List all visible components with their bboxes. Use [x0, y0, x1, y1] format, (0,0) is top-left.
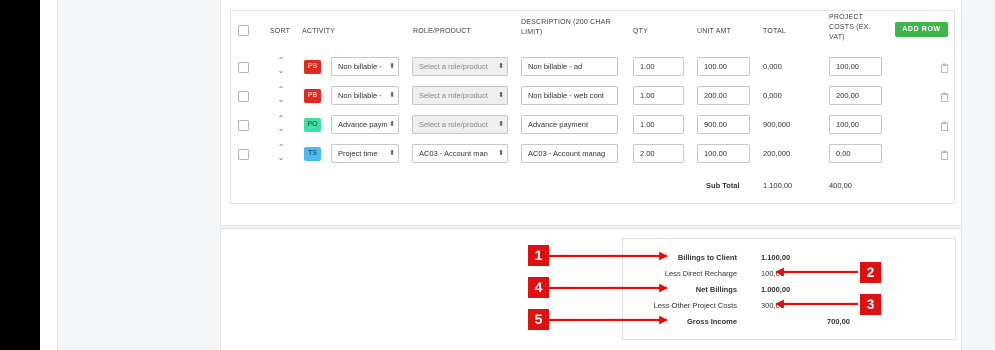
description-input[interactable]: Non billable - web cont	[521, 86, 618, 105]
callout-4: 4	[528, 277, 549, 298]
unit-amt-input[interactable]: 900.00	[697, 115, 750, 134]
trash-icon[interactable]	[940, 150, 949, 160]
role-value: AC03 - Account man	[419, 149, 488, 158]
less-direct-recharge-value: 100,00	[761, 269, 784, 278]
col-role-product: ROLE/PRODUCT	[413, 28, 472, 35]
sort-icon[interactable]: ⌃ ⌄	[275, 143, 287, 165]
activity-select[interactable]: Advance paym ⬍	[331, 115, 399, 134]
gross-income-label: Gross Income	[686, 317, 737, 326]
callout-2: 2	[860, 262, 881, 283]
unit-amt-input[interactable]: 100.00	[697, 144, 750, 163]
qty-input[interactable]: 2.00	[633, 144, 684, 163]
activity-select[interactable]: Project time ⬍	[331, 144, 399, 163]
row-total: 900,000	[763, 120, 791, 129]
qty-input[interactable]: 1.00	[633, 86, 684, 105]
activity-select[interactable]: Non billable - ⬍	[331, 86, 399, 105]
col-description: DESCRIPTION (200 CHAR LIMIT)	[521, 19, 611, 37]
role-select[interactable]: Select a role/product ⬍	[412, 86, 508, 105]
left-panel	[40, 0, 58, 350]
row-total: 0,000	[763, 62, 782, 71]
project-costs-input[interactable]: 200,00	[829, 86, 882, 105]
row-checkbox[interactable]	[238, 91, 249, 102]
billings-to-client-label: Billings to Client	[677, 253, 737, 262]
sort-icon[interactable]: ⌃ ⌄	[275, 114, 287, 136]
description-input[interactable]: Non billable - ad	[521, 57, 618, 76]
sort-icon[interactable]: ⌃ ⌄	[275, 56, 287, 78]
dropdown-caret-icon: ⬍	[389, 121, 395, 128]
row-total: 200,000	[763, 149, 791, 158]
select-all-checkbox[interactable]	[238, 25, 249, 36]
role-select[interactable]: Select a role/product ⬍	[412, 57, 508, 76]
role-placeholder: Select a role/product	[419, 120, 488, 129]
subtotal-project-costs: 400,00	[829, 181, 852, 190]
callout-1: 1	[528, 245, 549, 266]
role-select[interactable]: Select a role/product ⬍	[412, 115, 508, 134]
activity-badge: PB	[304, 60, 321, 74]
col-total: TOTAL	[763, 28, 786, 35]
net-billings-label: Net Billings	[695, 285, 737, 294]
activity-badge: PO	[304, 118, 321, 132]
description-input[interactable]: Advance payment	[521, 115, 618, 134]
net-billings-value: 1.000,00	[761, 285, 791, 294]
project-costs-input[interactable]: 100,00	[829, 115, 882, 134]
dropdown-caret-icon: ⬍	[498, 150, 504, 157]
activity-value: Non billable -	[338, 62, 382, 71]
unit-amt-input[interactable]: 200.00	[697, 86, 750, 105]
less-other-project-costs-label: Less Other Project Costs	[653, 301, 737, 310]
trash-icon[interactable]	[940, 92, 949, 102]
less-other-project-costs-value: 300,00	[761, 301, 784, 310]
unit-amt-input[interactable]: 100.00	[697, 57, 750, 76]
col-activity: ACTIVITY	[302, 28, 336, 35]
activity-value: Project time	[338, 149, 378, 158]
activity-value: Non billable -	[338, 91, 382, 100]
col-project-costs: PROJECT COSTS (EX. VAT)	[829, 14, 871, 42]
role-placeholder: Select a role/product	[419, 62, 488, 71]
col-unit-amt: UNIT AMT	[697, 28, 732, 35]
project-costs-input[interactable]: 0,00	[829, 144, 882, 163]
callout-3: 3	[860, 294, 881, 315]
col-qty: QTY	[633, 28, 648, 35]
row-total: 0,000	[763, 91, 782, 100]
project-costs-input[interactable]: 100,00	[829, 57, 882, 76]
callout-5: 5	[528, 309, 549, 330]
gross-income-value: 700,00	[827, 317, 850, 326]
dropdown-caret-icon: ⬍	[389, 150, 395, 157]
description-input[interactable]: AC03 - Account manag	[521, 144, 618, 163]
activity-badge: TS	[304, 147, 321, 161]
less-direct-recharge-label: Less Direct Recharge	[664, 269, 737, 278]
qty-input[interactable]: 1.00	[633, 115, 684, 134]
billings-to-client-value: 1.100,00	[761, 253, 791, 262]
role-select[interactable]: AC03 - Account man ⬍	[412, 144, 508, 163]
dropdown-caret-icon: ⬍	[389, 63, 395, 70]
activity-badge: PB	[304, 89, 321, 103]
activity-select[interactable]: Non billable - ⬍	[331, 57, 399, 76]
dropdown-caret-icon: ⬍	[498, 63, 504, 70]
subtotal-total: 1.100,00	[763, 181, 793, 190]
dropdown-caret-icon: ⬍	[498, 92, 504, 99]
add-row-button[interactable]: ADD ROW	[895, 22, 948, 37]
dropdown-caret-icon: ⬍	[389, 92, 395, 99]
qty-input[interactable]: 1.00	[633, 57, 684, 76]
row-checkbox[interactable]	[238, 149, 249, 160]
dropdown-caret-icon: ⬍	[498, 121, 504, 128]
activity-value: Advance paym	[338, 120, 388, 129]
row-checkbox[interactable]	[238, 120, 249, 131]
col-sort: SORT	[270, 28, 291, 35]
subtotal-label: Sub Total	[706, 181, 740, 190]
role-placeholder: Select a role/product	[419, 91, 488, 100]
trash-icon[interactable]	[940, 121, 949, 131]
row-checkbox[interactable]	[238, 62, 249, 73]
trash-icon[interactable]	[940, 63, 949, 73]
sort-icon[interactable]: ⌃ ⌄	[275, 85, 287, 107]
